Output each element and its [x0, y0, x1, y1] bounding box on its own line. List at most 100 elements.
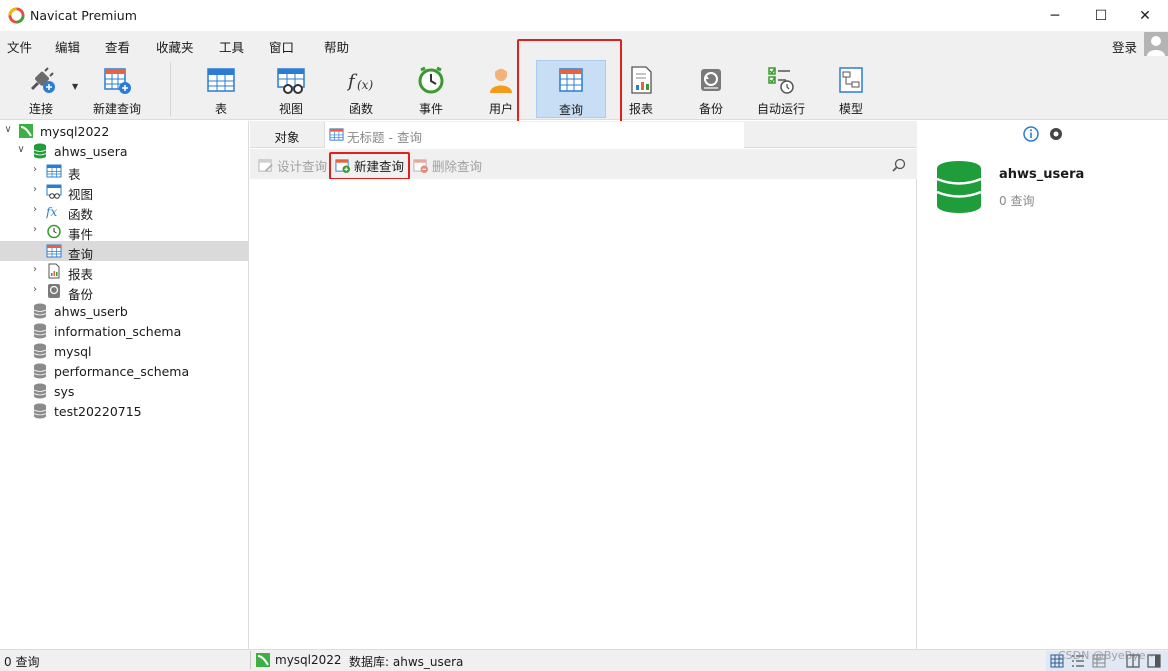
toolbar-report-button[interactable]: 报表 — [606, 60, 676, 118]
toolbar-event-label: 事件 — [418, 102, 443, 116]
connect-button[interactable]: 连接 — [6, 60, 76, 118]
backup-icon — [48, 284, 60, 298]
info-db-name: ahws_usera — [999, 167, 1085, 182]
svg-text:fx: fx — [46, 205, 57, 219]
tree-item-database[interactable]: mysql — [0, 341, 249, 361]
info-icon[interactable] — [1023, 126, 1039, 142]
table-icon — [46, 164, 62, 178]
expand-chevron-icon[interactable]: › — [29, 204, 41, 215]
toolbar-user-button[interactable]: 用户 — [466, 60, 536, 118]
database-gray-icon — [33, 303, 47, 319]
toolbar-function-button[interactable]: f (x) 函数 — [326, 60, 396, 118]
search-icon[interactable] — [892, 158, 906, 172]
user-icon — [490, 69, 512, 93]
toolbar-query-button[interactable]: 查询 — [536, 60, 606, 118]
toolbar-backup-label: 备份 — [698, 102, 723, 116]
new-query-button[interactable]: 新建查询 — [335, 156, 404, 174]
event-clock-icon — [47, 224, 61, 239]
mysql-connection-icon — [19, 124, 33, 138]
function-icon: fx — [46, 205, 57, 219]
collapse-chevron-icon[interactable]: ∨ — [2, 124, 14, 135]
query-icon — [46, 244, 62, 258]
menu-view[interactable]: 查看 — [105, 37, 130, 56]
tree-item-backups[interactable]: › 备份 — [0, 281, 249, 302]
tree-item-views[interactable]: › 视图 — [0, 181, 249, 202]
toolbar-model-button[interactable]: 模型 — [816, 60, 886, 118]
automation-icon — [768, 67, 794, 94]
tree-item-database[interactable]: ahws_userb — [0, 301, 249, 321]
objects-list-area[interactable] — [250, 179, 917, 649]
expand-chevron-icon[interactable]: › — [29, 184, 41, 195]
toolbar-view-label: 视图 — [278, 102, 303, 116]
toolbar-table-button[interactable]: 表 — [186, 60, 256, 118]
preview-eye-icon[interactable] — [1048, 126, 1064, 142]
database-gray-icon — [33, 383, 47, 399]
report-icon — [48, 263, 60, 279]
collapse-chevron-icon[interactable]: ∨ — [15, 144, 27, 155]
tree-item-functions[interactable]: › fx 函数 — [0, 201, 249, 222]
maximize-button[interactable]: ☐ — [1078, 0, 1124, 31]
query-icon — [559, 68, 583, 92]
info-query-count: 0 查询 — [999, 194, 1035, 208]
new-query-icon — [104, 68, 131, 94]
status-connection: mysql2022 — [275, 653, 342, 667]
connect-label: 连接 — [28, 102, 53, 116]
tree-item-database[interactable]: information_schema — [0, 321, 249, 341]
tree-item-queries[interactable]: 查询 — [0, 241, 249, 262]
toolbar-automation-label: 自动运行 — [756, 102, 805, 116]
database-green-icon — [33, 143, 47, 159]
report-icon — [631, 66, 652, 94]
close-button[interactable]: ✕ — [1122, 0, 1168, 31]
toolbar-view-button[interactable]: 视图 — [256, 60, 326, 118]
menu-window[interactable]: 窗口 — [269, 37, 294, 56]
avatar[interactable] — [1144, 32, 1168, 56]
open-database-name: ahws_usera — [54, 144, 128, 159]
menu-help[interactable]: 帮助 — [324, 37, 349, 56]
toolbar-automation-button[interactable]: 自动运行 — [746, 60, 816, 118]
query-icon — [329, 128, 344, 141]
tree-item-reports[interactable]: › 报表 — [0, 261, 249, 282]
expand-chevron-icon[interactable]: › — [29, 264, 41, 275]
mysql-connection-icon — [256, 653, 270, 667]
svg-text:(x): (x) — [357, 78, 373, 92]
title-bar — [0, 0, 1168, 31]
tab-untitled-query[interactable]: 无标题 - 查询 — [324, 122, 744, 148]
database-gray-icon — [33, 343, 47, 359]
tree-item-database[interactable]: sys — [0, 381, 249, 401]
tree-item-tables[interactable]: › 表 — [0, 161, 249, 182]
menu-file[interactable]: 文件 — [7, 37, 32, 56]
toolbar-backup-button[interactable]: 备份 — [676, 60, 746, 118]
connect-dropdown-icon[interactable]: ▼ — [72, 82, 78, 91]
new-query-toolbar-button[interactable]: 新建查询 — [82, 60, 152, 118]
new-query-label: 新建查询 — [92, 102, 141, 116]
database-gray-icon — [33, 403, 47, 419]
design-query-button[interactable]: 设计查询 — [258, 156, 327, 174]
function-icon: f (x) — [346, 71, 373, 92]
database-large-icon — [936, 161, 982, 213]
database-gray-icon — [33, 323, 47, 339]
design-query-label: 设计查询 — [277, 158, 328, 174]
toolbar-user-label: 用户 — [488, 102, 513, 116]
delete-query-button[interactable]: 删除查询 — [413, 156, 482, 174]
login-link[interactable]: 登录 — [1112, 37, 1137, 56]
minimize-button[interactable]: ─ — [1032, 0, 1078, 31]
new-query-icon — [335, 158, 350, 173]
tree-item-database[interactable]: performance_schema — [0, 361, 249, 381]
expand-chevron-icon[interactable]: › — [29, 164, 41, 175]
tree-item-open-database[interactable]: ∨ ahws_usera — [0, 141, 249, 161]
tree-item-events[interactable]: › 事件 — [0, 221, 249, 242]
menu-favorites[interactable]: 收藏夹 — [156, 37, 194, 56]
expand-chevron-icon[interactable]: › — [29, 224, 41, 235]
toolbar-event-button[interactable]: 事件 — [396, 60, 466, 118]
status-database: 数据库: ahws_usera — [349, 655, 464, 669]
model-icon — [839, 67, 863, 93]
tab-objects[interactable]: 对象 — [262, 127, 312, 146]
database-name: information_schema — [54, 324, 182, 339]
database-name: test20220715 — [54, 404, 142, 419]
menu-edit[interactable]: 编辑 — [55, 37, 80, 56]
expand-chevron-icon[interactable]: › — [29, 284, 41, 295]
toolbar-table-label: 表 — [214, 102, 227, 116]
tree-item-database[interactable]: test20220715 — [0, 401, 249, 421]
tree-item-connection[interactable]: ∨ mysql2022 — [0, 121, 249, 141]
menu-tools[interactable]: 工具 — [219, 37, 244, 56]
